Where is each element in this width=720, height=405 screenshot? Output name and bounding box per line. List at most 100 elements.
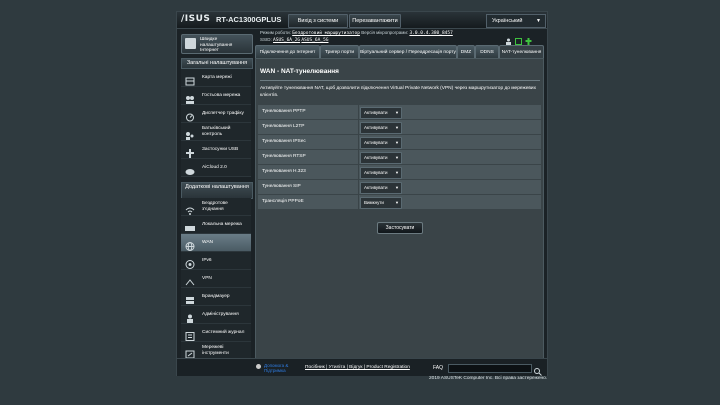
row-separator	[358, 195, 359, 209]
sidebar-item-general-0[interactable]: Карта мережі	[181, 69, 251, 87]
chevron-down-icon: ▼	[536, 18, 541, 24]
help-support-link[interactable]: Допомога & Підтримка	[264, 363, 304, 373]
quick-internet-setup[interactable]: Швидке налаштування Інтернет	[181, 34, 253, 54]
row-separator	[358, 135, 359, 149]
ssid-5g: ASUS_6A_5G	[301, 38, 329, 43]
sidebar-item-advanced-5[interactable]: Брандмауер	[181, 288, 251, 306]
wizard-icon	[185, 38, 196, 49]
footer-links-text[interactable]: Посібник | Утиліта | Відгук | Product Re…	[305, 365, 410, 370]
settings-row: Тунелювання SIP Активувати ▼	[258, 180, 541, 195]
row-select[interactable]: Активувати ▼	[360, 182, 402, 194]
language-value: Український	[492, 18, 523, 24]
chevron-down-icon: ▼	[395, 140, 399, 145]
row-separator	[358, 105, 359, 119]
sidebar-item-advanced-0[interactable]: Бездротове з'єднання	[181, 198, 251, 216]
page-title: WAN - NAT-тунелювання	[260, 68, 339, 75]
sidebar-item-label: Батьківський контроль	[202, 126, 231, 137]
internet-status-icon[interactable]	[515, 32, 522, 45]
sidebar-item-advanced-4[interactable]: VPN	[181, 270, 251, 288]
globe-icon	[185, 238, 195, 251]
firewall-icon	[185, 292, 195, 304]
quick-setup-label: Швидке налаштування Інтернет	[200, 37, 233, 53]
ssid-line: SSID: ASUS_6A_2G ASUS_6A_5G	[260, 37, 328, 43]
sidebar-item-advanced-3[interactable]: IPv6	[181, 252, 251, 270]
faq-label: FAQ	[433, 365, 444, 371]
sidebar-item-general-2[interactable]: Диспетчер трафіку	[181, 105, 251, 123]
tab-2[interactable]: Віртуальний сервер / Переадресація порту	[359, 45, 457, 59]
faq-search-input[interactable]	[448, 364, 532, 373]
row-label: Тунелювання L2TP	[262, 124, 305, 129]
row-separator	[358, 180, 359, 194]
sidebar-item-label: Брандмауер	[202, 293, 230, 299]
sidebar-item-label: AiCloud 2.0	[202, 164, 227, 170]
row-select[interactable]: Активувати ▼	[360, 137, 402, 149]
row-label: Тунелювання H.323	[262, 169, 306, 174]
row-label: Тунелювання IPSec	[262, 139, 306, 144]
logout-button[interactable]: Вихід з системи	[288, 14, 348, 28]
usb-status-icon[interactable]	[525, 32, 532, 45]
sidebar-item-advanced-2[interactable]: WAN	[181, 234, 251, 252]
sidebar-item-advanced-7[interactable]: Системний журнал	[181, 324, 251, 342]
settings-row: Тунелювання RTSP Активувати ▼	[258, 150, 541, 165]
row-label: Тунелювання SIP	[262, 184, 301, 189]
tab-0[interactable]: Підключення до Інтернет	[255, 45, 320, 59]
ssid-2g: ASUS_6A_2G	[273, 38, 301, 43]
user-icon[interactable]	[505, 32, 512, 45]
row-separator	[358, 120, 359, 134]
reboot-button[interactable]: Перезавантажити	[349, 14, 401, 28]
language-select[interactable]: Український ▼	[486, 14, 546, 28]
syslog-icon	[185, 328, 195, 341]
title-divider	[260, 80, 540, 81]
settings-row: Тунелювання L2TP Активувати ▼	[258, 120, 541, 135]
sidebar-item-label: Адміністрування	[202, 311, 239, 317]
page-description: Активуйте тунелювання NAT, щоб дозволити…	[260, 86, 536, 98]
footer-links: Посібник | Утиліта | Відгук | Product Re…	[305, 365, 410, 370]
sidebar-item-label: VPN	[202, 275, 212, 281]
chevron-down-icon: ▼	[395, 170, 399, 175]
tab-4[interactable]: DDNS	[475, 45, 499, 59]
sidebar-item-advanced-1[interactable]: Локальна мережа	[181, 216, 251, 234]
ipv6-icon	[185, 256, 195, 269]
row-select[interactable]: Активувати ▼	[360, 122, 402, 134]
row-select[interactable]: Активувати ▼	[360, 107, 402, 119]
sidebar-item-label: Бездротове з'єднання	[202, 201, 228, 212]
select-value: Вимкнути	[364, 200, 384, 205]
sidebar-item-general-1[interactable]: Гостьова мережа	[181, 87, 251, 105]
chevron-down-icon: ▼	[395, 125, 399, 130]
sidebar-item-label: Мережеві інструменти	[202, 345, 229, 356]
chevron-down-icon: ▼	[395, 185, 399, 190]
search-icon[interactable]	[533, 363, 542, 376]
tab-5[interactable]: NAT-тунелювання	[499, 45, 544, 59]
sidebar-item-label: Застосунки USB	[202, 146, 239, 152]
general-settings-heading: Загальні налаштування	[181, 58, 253, 69]
sidebar-item-general-5[interactable]: AiCloud 2.0	[181, 159, 251, 177]
select-value: Активувати	[364, 125, 388, 130]
status-icons	[505, 32, 532, 45]
sidebar-item-label: WAN	[202, 239, 214, 245]
firmware-value-link[interactable]: 3.0.0.4.380_8457	[409, 31, 452, 36]
sidebar-item-general-4[interactable]: Застосунки USB	[181, 141, 251, 159]
tools-icon	[185, 346, 195, 359]
lan-icon	[185, 220, 195, 231]
sidebar-item-label: Системний журнал	[202, 329, 245, 335]
asus-logo: /ISUS	[181, 14, 211, 24]
mode-value-link[interactable]: Бездротовий маршрутизатор	[292, 31, 360, 36]
footer-bar: Допомога & Підтримка Посібник | Утиліта …	[177, 358, 547, 376]
apply-button[interactable]: Застосувати	[377, 222, 423, 234]
firmware-label: Версія мікропрограми:	[361, 30, 409, 35]
row-select[interactable]: Активувати ▼	[360, 152, 402, 164]
row-select[interactable]: Вимкнути ▼	[360, 197, 402, 209]
top-bar: /ISUS RT-AC1300GPLUS Вихід з системи Пер…	[177, 12, 547, 29]
sidebar-item-label: IPv6	[202, 257, 212, 263]
row-label: Трансляція PPPoE	[262, 199, 304, 204]
tab-3[interactable]: DMZ	[457, 45, 475, 59]
sidebar-item-general-3[interactable]: Батьківський контроль	[181, 123, 251, 141]
chevron-down-icon: ▼	[395, 110, 399, 115]
network-map-icon	[185, 73, 195, 86]
tab-1[interactable]: Тригер порти	[320, 45, 359, 59]
row-select[interactable]: Активувати ▼	[360, 167, 402, 179]
select-value: Активувати	[364, 110, 388, 115]
sidebar-item-advanced-6[interactable]: Адміністрування	[181, 306, 251, 324]
select-value: Активувати	[364, 170, 388, 175]
sidebar-item-label: Карта мережі	[202, 74, 232, 80]
